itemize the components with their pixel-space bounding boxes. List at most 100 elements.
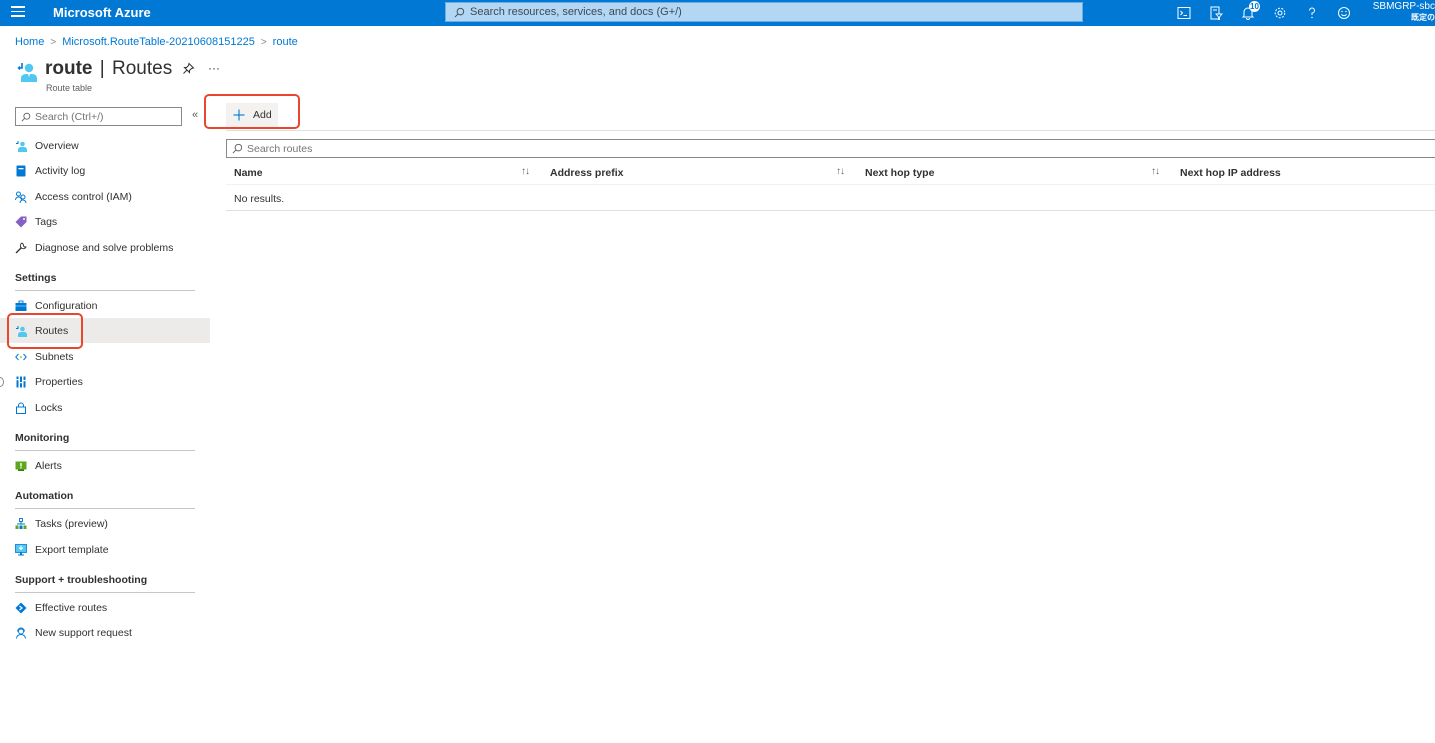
notifications-badge: 10 — [1249, 1, 1260, 12]
export-template-icon — [15, 543, 27, 556]
hamburger-icon-line — [11, 10, 25, 12]
help-button[interactable] — [1296, 0, 1328, 26]
gear-icon — [1274, 7, 1286, 19]
command-bar-divider — [226, 130, 1435, 131]
column-header-next-hop-ip[interactable]: Next hop IP address — [1180, 167, 1281, 179]
column-header-address-prefix[interactable]: Address prefix — [550, 167, 624, 179]
top-bar-actions: 10 — [1168, 0, 1360, 26]
properties-icon — [15, 376, 27, 388]
sidebar-item-label: Activity log — [35, 164, 86, 177]
search-icon — [454, 7, 465, 17]
cloud-shell-icon — [1177, 7, 1191, 19]
effective-routes-icon — [15, 602, 27, 614]
breadcrumb: Home > Microsoft.RouteTable-202106081512… — [15, 36, 298, 48]
tag-icon — [15, 216, 27, 228]
portal-menu-button[interactable] — [11, 6, 25, 18]
subnet-icon — [15, 351, 27, 363]
notifications-button[interactable]: 10 — [1232, 0, 1264, 26]
chevron-right-icon: > — [50, 36, 57, 48]
breadcrumb-home[interactable]: Home — [15, 36, 44, 48]
sidebar-item-effective-routes[interactable]: Effective routes — [0, 595, 210, 620]
column-header-name[interactable]: Name — [234, 167, 263, 179]
route-table-icon — [15, 140, 27, 152]
sidebar-item-locks[interactable]: Locks — [0, 395, 210, 420]
sort-icon[interactable]: ↑↓ — [1151, 166, 1160, 177]
more-options-button[interactable]: ··· — [208, 61, 220, 75]
alert-icon — [15, 460, 27, 472]
add-route-button[interactable]: Add — [226, 103, 278, 127]
sidebar-item-label: Export template — [35, 543, 109, 556]
nav-section-support: Support + troubleshooting — [15, 574, 195, 593]
sidebar-item-alerts[interactable]: Alerts — [0, 453, 210, 478]
empty-results-row: No results. — [226, 186, 1435, 211]
account-menu[interactable]: SBMGRP-sbc 既定の — [1369, 1, 1435, 23]
hamburger-icon-line — [11, 15, 25, 17]
configuration-icon — [15, 300, 27, 312]
chevron-right-icon: > — [260, 36, 267, 48]
sidebar-item-label: Locks — [35, 401, 63, 414]
sidebar-item-subnets[interactable]: Subnets — [0, 344, 210, 369]
search-icon — [232, 143, 243, 154]
sort-icon[interactable]: ↑↓ — [521, 166, 530, 177]
column-header-next-hop-type[interactable]: Next hop type — [865, 167, 934, 179]
add-route-label: Add — [253, 109, 272, 121]
breadcrumb-deployment[interactable]: Microsoft.RouteTable-20210608151225 — [62, 36, 255, 48]
sort-icon[interactable]: ↑↓ — [836, 166, 845, 177]
portal-brand[interactable]: Microsoft Azure — [53, 5, 151, 20]
directory-filter-icon — [1210, 6, 1223, 20]
sidebar-item-diagnose[interactable]: Diagnose and solve problems — [0, 235, 210, 260]
nav-search[interactable] — [15, 107, 182, 126]
settings-button[interactable] — [1264, 0, 1296, 26]
sidebar-item-label: Diagnose and solve problems — [35, 241, 174, 254]
activity-log-icon — [15, 165, 27, 177]
account-name: SBMGRP-sbc — [1372, 1, 1435, 12]
sidebar-item-tasks[interactable]: Tasks (preview) — [0, 511, 210, 536]
feedback-button[interactable] — [1328, 0, 1360, 26]
sidebar-item-configuration[interactable]: Configuration — [0, 293, 210, 318]
routes-grid-header: Name ↑↓ Address prefix ↑↓ Next hop type … — [226, 162, 1435, 185]
sidebar-item-properties[interactable]: Properties — [0, 369, 210, 394]
sidebar-item-label: Configuration — [35, 299, 98, 312]
iam-icon — [15, 191, 27, 203]
top-bar: Microsoft Azure Search resources, servic… — [0, 0, 1435, 26]
account-directory: 既定の — [1411, 13, 1435, 22]
sidebar-item-activity-log[interactable]: Activity log — [0, 158, 210, 183]
route-table-icon — [17, 63, 37, 82]
cloud-shell-button[interactable] — [1168, 0, 1200, 26]
sidebar-item-new-support-request[interactable]: New support request — [0, 620, 210, 645]
sidebar-item-access-control[interactable]: Access control (IAM) — [0, 184, 210, 209]
sidebar-item-label: Alerts — [35, 459, 62, 472]
support-request-icon — [15, 627, 27, 639]
nav-search-input[interactable] — [35, 110, 175, 123]
sidebar-item-routes[interactable]: Routes — [0, 318, 210, 343]
collapse-nav-button[interactable]: « — [192, 109, 198, 121]
nav-section-automation: Automation — [15, 490, 195, 509]
sidebar-item-label: Access control (IAM) — [35, 190, 132, 203]
hamburger-icon-line — [11, 6, 25, 8]
page-title: route | Routes — [45, 58, 172, 80]
sidebar-item-label: New support request — [35, 626, 132, 639]
nav-section-settings: Settings — [15, 272, 195, 291]
sidebar-item-label: Effective routes — [35, 601, 108, 614]
title-separator: | — [99, 58, 105, 79]
sidebar-item-label: Routes — [35, 324, 69, 337]
sidebar-item-label: Overview — [35, 139, 79, 152]
sidebar-item-overview[interactable]: Overview — [0, 133, 210, 158]
help-icon — [1309, 7, 1315, 19]
global-search-placeholder: Search resources, services, and docs (G+… — [470, 6, 682, 18]
pin-icon[interactable] — [182, 62, 195, 75]
resource-type: Route table — [46, 83, 93, 93]
smiley-icon — [1338, 7, 1350, 19]
routes-search-input[interactable] — [247, 142, 647, 155]
sidebar-item-label: Properties — [35, 375, 83, 388]
route-table-icon — [15, 325, 27, 337]
sidebar-item-export-template[interactable]: Export template — [0, 537, 210, 562]
sidebar-item-tags[interactable]: Tags — [0, 209, 210, 234]
global-search-input[interactable]: Search resources, services, and docs (G+… — [445, 2, 1083, 22]
sidebar-item-label: Subnets — [35, 350, 74, 363]
routes-search[interactable] — [226, 139, 1435, 158]
breadcrumb-route[interactable]: route — [273, 36, 298, 48]
search-icon — [21, 112, 31, 121]
tasks-icon — [15, 517, 27, 530]
directory-filter-button[interactable] — [1200, 0, 1232, 26]
